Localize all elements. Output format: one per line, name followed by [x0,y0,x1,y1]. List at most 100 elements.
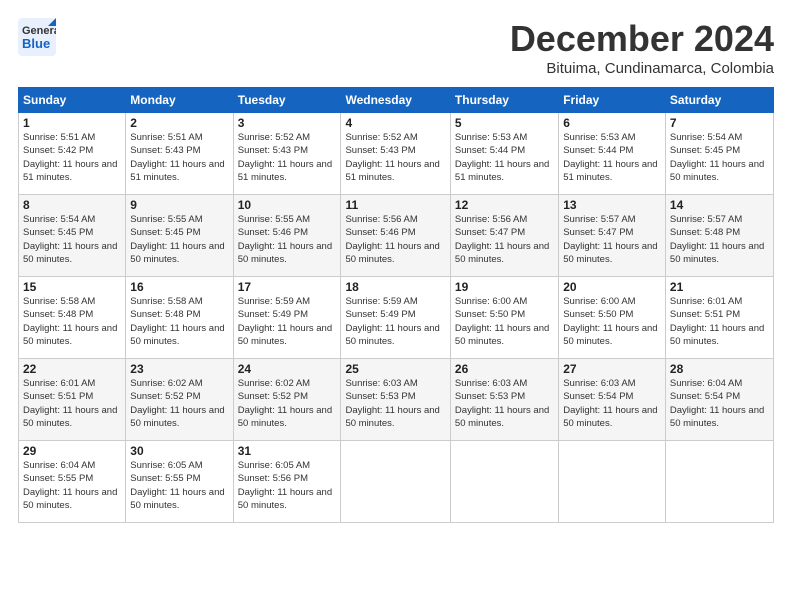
daylight-text: Daylight: 11 hours and 50 minutes. [23,241,117,265]
week-row-2: 8 Sunrise: 5:54 AM Sunset: 5:45 PM Dayli… [19,195,774,277]
calendar-cell [450,441,558,523]
sunrise-text: Sunrise: 6:03 AM [455,378,527,389]
day-info: Sunrise: 5:52 AM Sunset: 5:43 PM Dayligh… [345,131,445,184]
daylight-text: Daylight: 11 hours and 50 minutes. [238,405,332,429]
header: General Blue December 2024 Bituima, Cund… [18,18,774,77]
sunrise-text: Sunrise: 6:00 AM [455,296,527,307]
daylight-text: Daylight: 11 hours and 50 minutes. [345,405,439,429]
calendar-cell: 25 Sunrise: 6:03 AM Sunset: 5:53 PM Dayl… [341,359,450,441]
day-number: 6 [563,116,661,130]
day-info: Sunrise: 6:03 AM Sunset: 5:53 PM Dayligh… [455,377,554,430]
day-number: 7 [670,116,769,130]
day-number: 22 [23,362,121,376]
day-number: 24 [238,362,337,376]
daylight-text: Daylight: 11 hours and 50 minutes. [670,405,764,429]
header-sunday: Sunday [19,88,126,113]
day-info: Sunrise: 5:58 AM Sunset: 5:48 PM Dayligh… [23,295,121,348]
sunrise-text: Sunrise: 6:02 AM [238,378,310,389]
sunset-text: Sunset: 5:48 PM [670,227,740,238]
sunset-text: Sunset: 5:53 PM [455,391,525,402]
sunset-text: Sunset: 5:46 PM [345,227,415,238]
daylight-text: Daylight: 11 hours and 50 minutes. [238,241,332,265]
calendar-cell: 27 Sunrise: 6:03 AM Sunset: 5:54 PM Dayl… [559,359,666,441]
day-info: Sunrise: 6:01 AM Sunset: 5:51 PM Dayligh… [670,295,769,348]
calendar-cell [341,441,450,523]
sunrise-text: Sunrise: 6:05 AM [238,460,310,471]
day-number: 11 [345,198,445,212]
calendar-cell: 16 Sunrise: 5:58 AM Sunset: 5:48 PM Dayl… [126,277,233,359]
daylight-text: Daylight: 11 hours and 50 minutes. [130,323,224,347]
sunrise-text: Sunrise: 5:57 AM [670,214,742,225]
sunrise-text: Sunrise: 6:04 AM [23,460,95,471]
calendar-cell: 14 Sunrise: 5:57 AM Sunset: 5:48 PM Dayl… [665,195,773,277]
sunrise-text: Sunrise: 6:04 AM [670,378,742,389]
sunset-text: Sunset: 5:49 PM [238,309,308,320]
daylight-text: Daylight: 11 hours and 50 minutes. [455,241,549,265]
sunrise-text: Sunrise: 6:03 AM [563,378,635,389]
calendar-cell: 5 Sunrise: 5:53 AM Sunset: 5:44 PM Dayli… [450,113,558,195]
calendar-table: Sunday Monday Tuesday Wednesday Thursday… [18,87,774,523]
sunset-text: Sunset: 5:51 PM [670,309,740,320]
daylight-text: Daylight: 11 hours and 51 minutes. [238,159,332,183]
calendar-cell: 4 Sunrise: 5:52 AM Sunset: 5:43 PM Dayli… [341,113,450,195]
calendar-cell: 3 Sunrise: 5:52 AM Sunset: 5:43 PM Dayli… [233,113,341,195]
sunset-text: Sunset: 5:49 PM [345,309,415,320]
sunset-text: Sunset: 5:52 PM [238,391,308,402]
day-info: Sunrise: 6:03 AM Sunset: 5:54 PM Dayligh… [563,377,661,430]
day-info: Sunrise: 5:59 AM Sunset: 5:49 PM Dayligh… [345,295,445,348]
day-number: 28 [670,362,769,376]
day-number: 13 [563,198,661,212]
calendar-cell: 29 Sunrise: 6:04 AM Sunset: 5:55 PM Dayl… [19,441,126,523]
sunset-text: Sunset: 5:50 PM [563,309,633,320]
day-info: Sunrise: 5:56 AM Sunset: 5:47 PM Dayligh… [455,213,554,266]
day-number: 17 [238,280,337,294]
day-info: Sunrise: 6:03 AM Sunset: 5:53 PM Dayligh… [345,377,445,430]
sunrise-text: Sunrise: 5:59 AM [345,296,417,307]
sunrise-text: Sunrise: 5:51 AM [130,132,202,143]
header-monday: Monday [126,88,233,113]
calendar-cell: 13 Sunrise: 5:57 AM Sunset: 5:47 PM Dayl… [559,195,666,277]
sunset-text: Sunset: 5:51 PM [23,391,93,402]
sunrise-text: Sunrise: 5:51 AM [23,132,95,143]
day-number: 5 [455,116,554,130]
calendar-cell: 21 Sunrise: 6:01 AM Sunset: 5:51 PM Dayl… [665,277,773,359]
day-number: 25 [345,362,445,376]
week-row-3: 15 Sunrise: 5:58 AM Sunset: 5:48 PM Dayl… [19,277,774,359]
daylight-text: Daylight: 11 hours and 50 minutes. [130,241,224,265]
daylight-text: Daylight: 11 hours and 50 minutes. [130,405,224,429]
logo: General Blue [18,18,56,56]
sunrise-text: Sunrise: 5:54 AM [670,132,742,143]
calendar-cell [665,441,773,523]
daylight-text: Daylight: 11 hours and 51 minutes. [563,159,657,183]
day-info: Sunrise: 5:53 AM Sunset: 5:44 PM Dayligh… [563,131,661,184]
sunrise-text: Sunrise: 6:01 AM [23,378,95,389]
calendar-cell: 19 Sunrise: 6:00 AM Sunset: 5:50 PM Dayl… [450,277,558,359]
sunset-text: Sunset: 5:43 PM [238,145,308,156]
header-friday: Friday [559,88,666,113]
logo-icon: General Blue [18,18,56,56]
day-number: 9 [130,198,228,212]
sunrise-text: Sunrise: 6:03 AM [345,378,417,389]
daylight-text: Daylight: 11 hours and 50 minutes. [563,405,657,429]
sunset-text: Sunset: 5:45 PM [670,145,740,156]
sunrise-text: Sunrise: 5:52 AM [345,132,417,143]
calendar-cell: 2 Sunrise: 5:51 AM Sunset: 5:43 PM Dayli… [126,113,233,195]
title-block: December 2024 Bituima, Cundinamarca, Col… [510,18,774,77]
day-info: Sunrise: 6:02 AM Sunset: 5:52 PM Dayligh… [130,377,228,430]
calendar-cell: 28 Sunrise: 6:04 AM Sunset: 5:54 PM Dayl… [665,359,773,441]
day-info: Sunrise: 5:57 AM Sunset: 5:48 PM Dayligh… [670,213,769,266]
day-info: Sunrise: 6:04 AM Sunset: 5:55 PM Dayligh… [23,459,121,512]
sunset-text: Sunset: 5:50 PM [455,309,525,320]
day-number: 14 [670,198,769,212]
calendar-cell: 9 Sunrise: 5:55 AM Sunset: 5:45 PM Dayli… [126,195,233,277]
day-number: 10 [238,198,337,212]
daylight-text: Daylight: 11 hours and 50 minutes. [23,487,117,511]
header-tuesday: Tuesday [233,88,341,113]
daylight-text: Daylight: 11 hours and 50 minutes. [130,487,224,511]
daylight-text: Daylight: 11 hours and 50 minutes. [563,241,657,265]
sunrise-text: Sunrise: 5:56 AM [455,214,527,225]
sunset-text: Sunset: 5:52 PM [130,391,200,402]
sunset-text: Sunset: 5:43 PM [130,145,200,156]
sunrise-text: Sunrise: 5:53 AM [563,132,635,143]
sunrise-text: Sunrise: 6:00 AM [563,296,635,307]
